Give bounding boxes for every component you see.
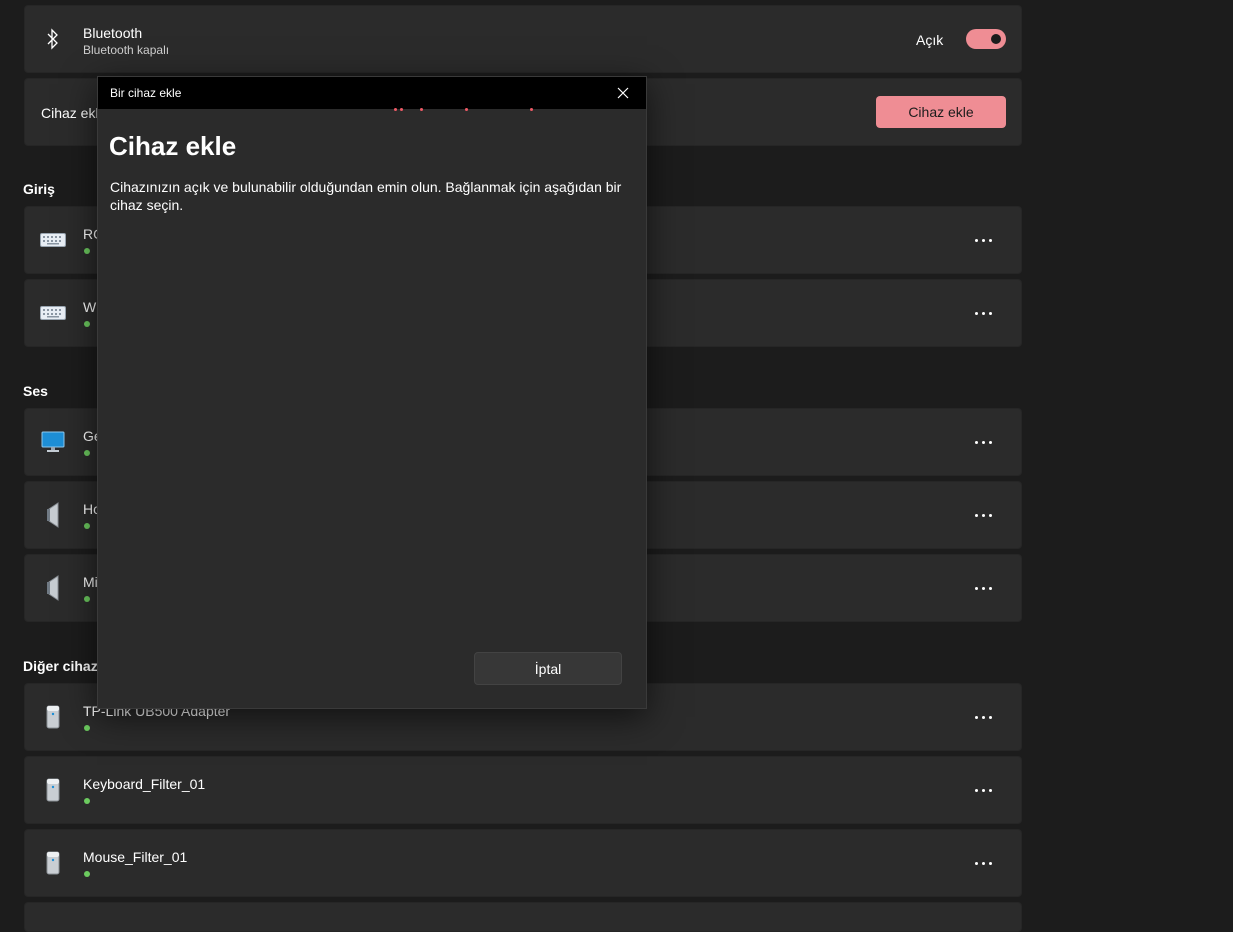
device-row[interactable]: Keyboard_Filter_01 bbox=[24, 756, 1022, 824]
keyboard-icon bbox=[40, 232, 66, 248]
section-audio-heading: Ses bbox=[23, 383, 48, 399]
device-tower-icon bbox=[46, 705, 60, 729]
device-name: Mouse_Filter_01 bbox=[83, 849, 188, 865]
more-options-button[interactable] bbox=[967, 774, 999, 806]
bluetooth-title: Bluetooth bbox=[83, 25, 143, 41]
cancel-button[interactable]: İptal bbox=[474, 652, 622, 685]
progress-dot bbox=[465, 108, 468, 111]
keyboard-icon bbox=[40, 305, 66, 321]
monitor-icon bbox=[41, 431, 65, 453]
device-row[interactable] bbox=[24, 902, 1022, 932]
connected-status-dot bbox=[84, 248, 90, 254]
connected-status-dot bbox=[84, 798, 90, 804]
device-row[interactable]: Mouse_Filter_01 bbox=[24, 829, 1022, 897]
device-tower-icon bbox=[46, 851, 60, 875]
device-name: Mi bbox=[83, 574, 98, 590]
connected-status-dot bbox=[84, 321, 90, 327]
progress-dot bbox=[400, 108, 403, 111]
connected-status-dot bbox=[84, 523, 90, 529]
bluetooth-toggle[interactable] bbox=[966, 29, 1006, 49]
device-name: Keyboard_Filter_01 bbox=[83, 776, 206, 792]
more-options-button[interactable] bbox=[967, 499, 999, 531]
bluetooth-icon bbox=[45, 28, 61, 50]
more-options-button[interactable] bbox=[967, 297, 999, 329]
connected-status-dot bbox=[84, 725, 90, 731]
close-icon bbox=[617, 87, 629, 99]
bluetooth-card: Bluetooth Bluetooth kapalı bbox=[24, 5, 1022, 73]
section-input-heading: Giriş bbox=[23, 181, 55, 197]
close-button[interactable] bbox=[600, 77, 646, 109]
bluetooth-status: Bluetooth kapalı bbox=[83, 43, 170, 57]
device-tower-icon bbox=[46, 778, 60, 802]
add-device-button[interactable]: Cihaz ekle bbox=[876, 96, 1006, 128]
connected-status-dot bbox=[84, 871, 90, 877]
bluetooth-toggle-label: Açık bbox=[916, 32, 944, 48]
dialog-heading: Cihaz ekle bbox=[109, 131, 237, 161]
more-options-button[interactable] bbox=[967, 847, 999, 879]
more-options-button[interactable] bbox=[967, 224, 999, 256]
more-options-button[interactable] bbox=[967, 572, 999, 604]
dialog-window-title: Bir cihaz ekle bbox=[110, 86, 182, 100]
speaker-icon bbox=[46, 575, 60, 601]
progress-dot bbox=[420, 108, 423, 111]
dialog-description: Cihazınızın açık ve bulunabilir olduğund… bbox=[110, 179, 622, 213]
more-options-button[interactable] bbox=[967, 426, 999, 458]
dialog-titlebar: Bir cihaz ekle bbox=[98, 77, 646, 111]
speaker-icon bbox=[46, 502, 60, 528]
connected-status-dot bbox=[84, 450, 90, 456]
more-options-button[interactable] bbox=[967, 701, 999, 733]
progress-dot bbox=[394, 108, 397, 111]
add-device-dialog: Bir cihaz ekle Cihaz ekle Cihazınızın aç… bbox=[97, 76, 647, 709]
progress-dot bbox=[530, 108, 533, 111]
connected-status-dot bbox=[84, 596, 90, 602]
